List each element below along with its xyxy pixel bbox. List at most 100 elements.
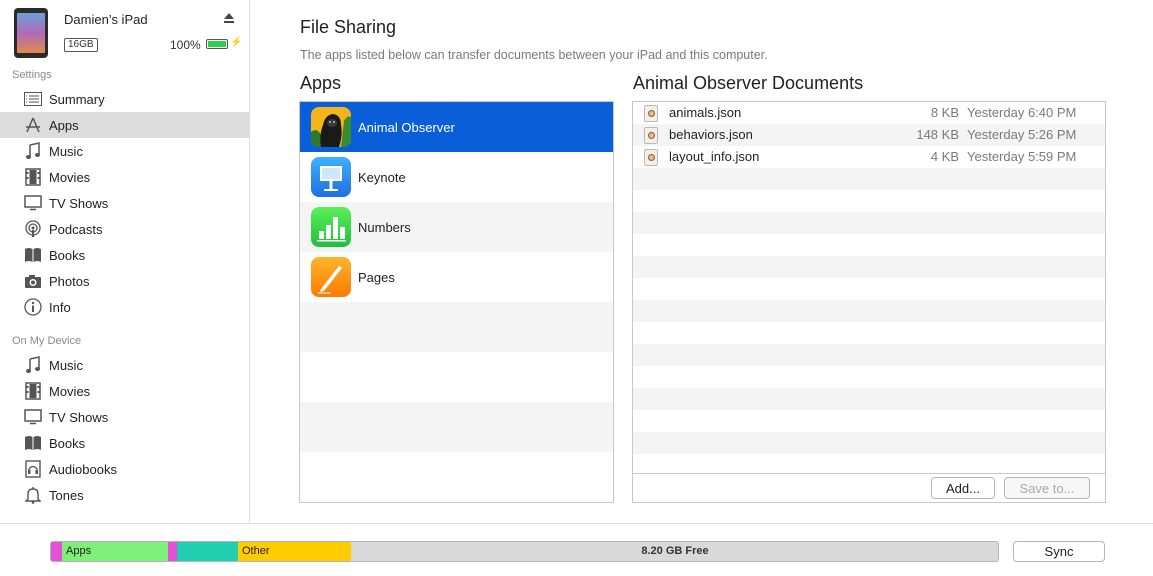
sidebar-item-label: TV Shows bbox=[49, 409, 109, 425]
sync-button[interactable]: Sync bbox=[1013, 541, 1105, 562]
summary-icon bbox=[23, 89, 43, 109]
sidebar-item-movies[interactable]: Movies bbox=[0, 164, 250, 190]
apps-icon bbox=[23, 115, 43, 135]
json-file-icon bbox=[644, 127, 658, 144]
device-name: Damien’s iPad bbox=[64, 12, 148, 27]
app-label: Animal Observer bbox=[358, 119, 455, 135]
sidebar-item-label: Movies bbox=[49, 383, 91, 399]
sidebar-item-podcasts[interactable]: Podcasts bbox=[0, 216, 250, 242]
document-date: Yesterday 5:59 PM bbox=[967, 149, 1077, 164]
page-title: File Sharing bbox=[300, 17, 397, 37]
tv-shows-icon bbox=[23, 407, 43, 427]
animal-observer-icon bbox=[311, 107, 351, 147]
app-label: Numbers bbox=[358, 219, 411, 235]
document-name: animals.json bbox=[669, 105, 742, 120]
app-label: Pages bbox=[358, 269, 395, 285]
storage-segment bbox=[168, 542, 177, 561]
document-name: layout_info.json bbox=[669, 149, 760, 164]
books-icon bbox=[23, 245, 43, 265]
info-icon bbox=[23, 297, 43, 317]
document-size: 8 KB bbox=[930, 105, 959, 120]
sidebar-item-label: TV Shows bbox=[49, 195, 109, 211]
json-file-icon bbox=[644, 149, 658, 166]
app-label: Keynote bbox=[358, 169, 406, 185]
sidebar-item-label: Music bbox=[49, 357, 83, 373]
sidebar-item-summary[interactable]: Summary bbox=[0, 86, 250, 112]
podcasts-icon bbox=[23, 219, 43, 239]
books-icon bbox=[23, 433, 43, 453]
documents-footer: Add... Save to... bbox=[633, 473, 1105, 502]
sidebar-item-device-audiobooks[interactable]: Audiobooks bbox=[0, 456, 250, 482]
storage-segment bbox=[51, 542, 62, 561]
music-icon bbox=[23, 355, 43, 375]
save-to-button[interactable]: Save to... bbox=[1004, 477, 1090, 499]
battery-icon bbox=[206, 39, 228, 49]
document-row[interactable]: animals.json 8 KB Yesterday 6:40 PM bbox=[633, 102, 1105, 124]
numbers-icon bbox=[311, 207, 351, 247]
sidebar-item-label: Audiobooks bbox=[49, 461, 117, 477]
battery-percent: 100% bbox=[170, 38, 201, 52]
sidebar-item-device-books[interactable]: Books bbox=[0, 430, 250, 456]
sidebar-item-label: Books bbox=[49, 247, 86, 263]
document-date: Yesterday 5:26 PM bbox=[967, 127, 1077, 142]
app-row-pages[interactable]: Pages bbox=[300, 252, 613, 302]
apps-heading: Apps bbox=[300, 73, 342, 93]
document-date: Yesterday 6:40 PM bbox=[967, 105, 1077, 120]
capacity-badge: 16GB bbox=[64, 38, 98, 52]
page-description: The apps listed below can transfer docum… bbox=[300, 48, 768, 62]
sidebar-item-device-tv-shows[interactable]: TV Shows bbox=[0, 404, 250, 430]
movies-icon bbox=[23, 167, 43, 187]
sidebar-item-label: Summary bbox=[49, 91, 105, 107]
music-icon bbox=[23, 141, 43, 161]
sidebar-item-device-movies[interactable]: Movies bbox=[0, 378, 250, 404]
storage-bar: 8.20 GB Free Apps Other bbox=[50, 541, 999, 562]
sidebar-item-label: Photos bbox=[49, 273, 90, 289]
sidebar-item-label: Books bbox=[49, 435, 86, 451]
sidebar-item-label: Info bbox=[49, 299, 71, 315]
sidebar-item-label: Movies bbox=[49, 169, 91, 185]
json-file-icon bbox=[644, 105, 658, 122]
app-row-keynote[interactable]: Keynote bbox=[300, 152, 613, 202]
photos-icon bbox=[23, 271, 43, 291]
ipad-icon bbox=[14, 8, 48, 58]
sidebar-item-apps[interactable]: Apps bbox=[0, 112, 250, 138]
movies-icon bbox=[23, 381, 43, 401]
document-row[interactable]: layout_info.json 4 KB Yesterday 5:59 PM bbox=[633, 146, 1105, 168]
device-header[interactable]: Damien’s iPad 16GB 100% ⚡ bbox=[0, 0, 250, 64]
storage-segment-apps: Apps bbox=[62, 542, 168, 561]
document-row[interactable]: behaviors.json 148 KB Yesterday 5:26 PM bbox=[633, 124, 1105, 146]
storage-segment bbox=[177, 542, 238, 561]
eject-icon[interactable] bbox=[223, 12, 235, 24]
sidebar-item-device-music[interactable]: Music bbox=[0, 352, 250, 378]
sidebar-item-music[interactable]: Music bbox=[0, 138, 250, 164]
sidebar-item-label: Tones bbox=[49, 487, 84, 503]
apps-list[interactable]: Animal Observer Keynote Numbers Pages bbox=[299, 101, 614, 503]
sidebar-item-photos[interactable]: Photos bbox=[0, 268, 250, 294]
app-row-numbers[interactable]: Numbers bbox=[300, 202, 613, 252]
sidebar-item-info[interactable]: Info bbox=[0, 294, 250, 320]
sidebar-item-label: Podcasts bbox=[49, 221, 103, 237]
document-size: 4 KB bbox=[930, 149, 959, 164]
tones-icon bbox=[23, 485, 43, 505]
sidebar-item-books[interactable]: Books bbox=[0, 242, 250, 268]
document-name: behaviors.json bbox=[669, 127, 753, 142]
sidebar: Damien’s iPad 16GB 100% ⚡ Settings Summa… bbox=[0, 0, 250, 523]
documents-heading: Animal Observer Documents bbox=[633, 73, 864, 93]
sidebar-item-tv-shows[interactable]: TV Shows bbox=[0, 190, 250, 216]
bottom-bar: 8.20 GB Free Apps Other Sync bbox=[0, 523, 1153, 576]
tv-shows-icon bbox=[23, 193, 43, 213]
audiobooks-icon bbox=[23, 459, 43, 479]
sidebar-item-label: Music bbox=[49, 143, 83, 159]
device-section-title: On My Device bbox=[12, 335, 82, 347]
sidebar-item-device-tones[interactable]: Tones bbox=[0, 482, 250, 508]
storage-segment-other: Other bbox=[238, 542, 351, 561]
documents-list[interactable]: animals.json 8 KB Yesterday 6:40 PM beha… bbox=[632, 101, 1106, 503]
add-button[interactable]: Add... bbox=[931, 477, 995, 499]
keynote-icon bbox=[311, 157, 351, 197]
settings-section-title: Settings bbox=[12, 69, 52, 81]
charging-icon: ⚡ bbox=[230, 37, 243, 48]
document-size: 148 KB bbox=[916, 127, 959, 142]
pages-icon bbox=[311, 257, 351, 297]
sidebar-item-label: Apps bbox=[49, 117, 79, 133]
app-row-animal-observer[interactable]: Animal Observer bbox=[300, 102, 613, 152]
